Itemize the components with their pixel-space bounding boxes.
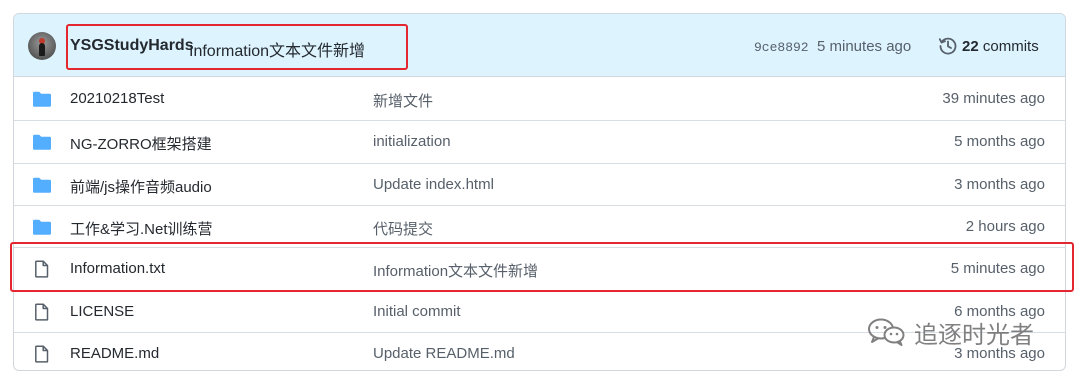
file-row[interactable]: README.md Update README.md 3 months ago bbox=[14, 331, 1065, 370]
file-commit-message[interactable]: 新增文件 bbox=[373, 90, 433, 111]
watermark-text: 追逐时光者 bbox=[914, 322, 1034, 349]
commit-time: 5 minutes ago bbox=[817, 38, 912, 55]
row-highlight-box bbox=[10, 242, 1074, 292]
avatar[interactable] bbox=[28, 32, 56, 60]
file-row[interactable]: 工作&学习.Net训练营 代码提交 2 hours ago bbox=[14, 204, 1065, 247]
folder-icon bbox=[33, 219, 51, 235]
wechat-logo-icon bbox=[868, 318, 905, 346]
file-icon bbox=[35, 302, 49, 321]
commits-count: 22 bbox=[962, 38, 979, 55]
file-row[interactable]: LICENSE Initial commit 6 months ago bbox=[14, 289, 1065, 332]
file-commit-age: 2 hours ago bbox=[965, 217, 1045, 235]
history-icon[interactable] bbox=[938, 36, 958, 56]
file-commit-message[interactable]: initialization bbox=[373, 133, 451, 150]
commits-label: commits bbox=[982, 38, 1039, 55]
file-commit-message[interactable]: Initial commit bbox=[373, 303, 461, 320]
commit-highlight-box bbox=[66, 24, 408, 70]
folder-icon bbox=[33, 177, 51, 193]
commits-link[interactable]: 22 commits bbox=[962, 38, 1039, 55]
folder-icon bbox=[33, 135, 51, 151]
file-name[interactable]: NG-ZORRO框架搭建 bbox=[70, 133, 212, 154]
file-name[interactable]: LICENSE bbox=[70, 303, 134, 320]
file-commit-age: 5 months ago bbox=[954, 133, 1045, 151]
file-row[interactable]: NG-ZORRO框架搭建 initialization 5 months ago bbox=[14, 120, 1065, 162]
file-row[interactable]: 20210218Test 新增文件 39 minutes ago bbox=[14, 78, 1065, 120]
file-name[interactable]: 工作&学习.Net训练营 bbox=[70, 218, 213, 239]
file-row[interactable]: 前端/js操作音频audio Update index.html 3 months … bbox=[14, 162, 1065, 205]
file-name[interactable]: 前端/js操作音频audio bbox=[70, 176, 212, 197]
file-commit-age: 3 months ago bbox=[954, 175, 1045, 193]
folder-icon bbox=[33, 91, 51, 107]
file-name[interactable]: README.md bbox=[70, 345, 159, 362]
file-commit-age: 39 minutes ago bbox=[942, 90, 1045, 107]
file-commit-message[interactable]: Update README.md bbox=[373, 345, 515, 362]
file-name[interactable]: 20210218Test bbox=[70, 90, 164, 107]
file-commit-message[interactable]: Update index.html bbox=[373, 176, 494, 193]
file-commit-message[interactable]: 代码提交 bbox=[373, 218, 433, 239]
commit-sha[interactable]: 9ce8892 bbox=[754, 40, 809, 55]
file-icon bbox=[35, 345, 49, 363]
